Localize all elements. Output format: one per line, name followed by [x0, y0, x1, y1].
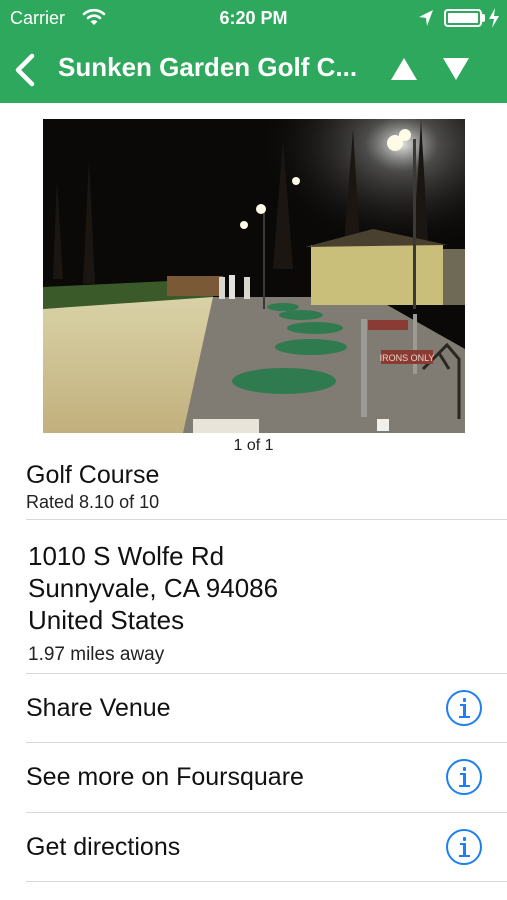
foursquare-row[interactable]: See more on Foursquare [0, 743, 507, 811]
venue-category: Golf Course [26, 461, 160, 489]
address-city: Sunnyvale, CA 94086 [28, 573, 279, 603]
driving-range-image: IRONS ONLY [43, 119, 465, 433]
venue-distance: 1.97 miles away [28, 644, 165, 665]
venue-photo[interactable]: IRONS ONLY [43, 119, 465, 433]
nav-row: Sunken Garden Golf C... [0, 40, 507, 100]
chevron-left-icon[interactable] [10, 50, 40, 90]
info-icon[interactable] [446, 759, 482, 795]
address-street: 1010 S Wolfe Rd [28, 541, 225, 571]
foursquare-label: See more on Foursquare [26, 763, 304, 791]
get-directions-row[interactable]: Get directions [0, 813, 507, 881]
share-venue-row[interactable]: Share Venue [0, 674, 507, 742]
navigation-bar: Carrier 6:20 PM Sunken Garden Golf C... [0, 0, 507, 103]
share-venue-label: Share Venue [26, 694, 171, 722]
info-icon[interactable] [446, 690, 482, 726]
address-country: United States [28, 605, 185, 635]
irons-only-sign: IRONS ONLY [380, 353, 435, 363]
info-icon[interactable] [446, 829, 482, 865]
divider [26, 519, 507, 520]
location-arrow-icon [419, 10, 433, 26]
photo-counter: 1 of 1 [233, 437, 274, 454]
charging-bolt-icon [489, 8, 499, 28]
triangle-down-icon[interactable] [442, 56, 470, 82]
triangle-up-icon[interactable] [390, 56, 418, 82]
venue-rating: Rated 8.10 of 10 [26, 492, 160, 512]
divider [26, 881, 507, 882]
get-directions-label: Get directions [26, 833, 181, 861]
battery-tip [482, 14, 485, 22]
battery-icon [444, 9, 482, 27]
status-bar: Carrier 6:20 PM [0, 0, 507, 36]
page-title: Sunken Garden Golf C... [58, 52, 358, 82]
